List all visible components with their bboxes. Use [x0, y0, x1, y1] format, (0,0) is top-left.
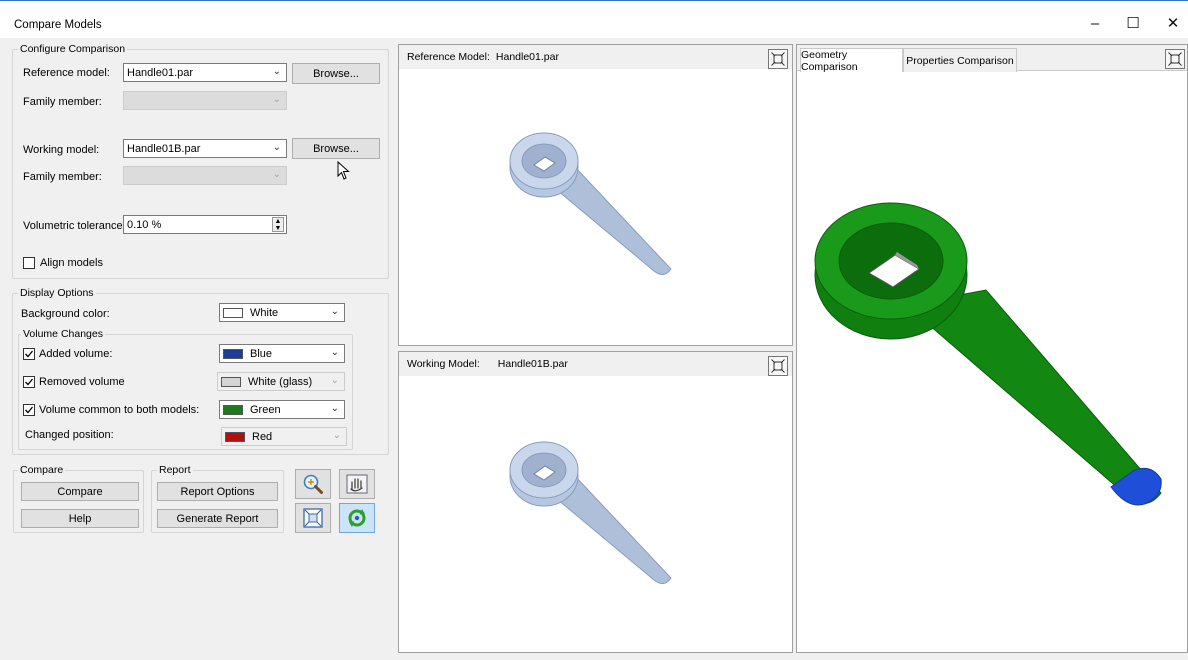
geometry-comparison-pane[interactable]: Geometry Comparison Properties Compariso… [796, 44, 1188, 653]
volumetric-tolerance-label: Volumetric tolerance: [23, 220, 126, 232]
working-viewport-label: Working Model: [407, 358, 480, 370]
family-member-combo-1[interactable]: ⌄ [123, 91, 287, 110]
working-model-label: Working model: [23, 144, 100, 156]
compare-button[interactable]: Compare [21, 482, 139, 501]
volumetric-tolerance-spinner[interactable]: 0.10 % ▲ ▼ [123, 215, 287, 234]
maximize-view-icon [771, 52, 785, 66]
green-swatch [223, 404, 243, 415]
comparison-maximize-button[interactable] [1165, 49, 1185, 69]
reference-viewport-file: Handle01.par [495, 51, 559, 63]
chevron-down-icon: ⌄ [272, 94, 281, 105]
display-options-legend: Display Options [18, 287, 96, 299]
chevron-down-icon: ⌄ [272, 169, 281, 180]
glass-swatch [221, 376, 241, 387]
maximize-view-icon [1168, 52, 1182, 66]
blue-swatch [223, 348, 243, 359]
working-part-image [509, 441, 672, 584]
common-volume-checkbox[interactable] [23, 404, 35, 416]
reference-part-image [509, 132, 672, 275]
reference-model-label: Reference model: [23, 67, 110, 79]
rotate-button[interactable] [339, 503, 375, 533]
reference-model-value: Handle01.par [127, 66, 194, 79]
report-legend: Report [157, 464, 193, 476]
chevron-down-icon: ⌄ [272, 66, 281, 77]
zoom-icon [303, 474, 323, 494]
maximize-view-icon [771, 359, 785, 373]
chevron-down-icon: ⌄ [272, 142, 281, 153]
changed-position-value: Red [252, 430, 273, 443]
background-color-label: Background color: [21, 308, 110, 320]
pan-hand-icon [346, 474, 368, 494]
tab-geometry-comparison[interactable]: Geometry Comparison [800, 48, 903, 73]
browse-working-button[interactable]: Browse... [292, 138, 380, 159]
fit-view-icon [303, 508, 323, 528]
working-maximize-button[interactable] [768, 356, 788, 376]
added-volume-value: Blue [250, 347, 273, 360]
compare-legend: Compare [18, 464, 66, 476]
rotate-icon [348, 509, 366, 527]
reference-model-combo[interactable]: Handle01.par ⌄ [123, 63, 287, 82]
checkmark-icon [25, 378, 34, 386]
background-color-value: White [250, 306, 279, 319]
configure-legend: Configure Comparison [18, 43, 128, 55]
checkmark-icon [25, 406, 34, 414]
changed-position-label: Changed position: [25, 429, 114, 441]
chevron-down-icon: ⌄ [330, 375, 339, 386]
align-models-checkbox[interactable] [23, 257, 35, 269]
checkmark-icon [25, 350, 34, 358]
white-swatch [223, 307, 243, 318]
chevron-down-icon: ⌄ [330, 306, 339, 317]
common-volume-value: Green [250, 403, 281, 416]
working-viewport-header: Working Model: Handle01B.par [399, 352, 792, 376]
added-volume-combo[interactable]: Blue ⌄ [219, 344, 345, 363]
removed-volume-combo[interactable]: White (glass) ⌄ [217, 372, 345, 391]
close-button[interactable]: ✕ [1150, 8, 1188, 38]
reference-viewport-label: Reference Model: [407, 51, 490, 63]
mouse-cursor-icon [337, 160, 351, 184]
family-member-combo-2[interactable]: ⌄ [123, 166, 287, 185]
family-member-label-1: Family member: [23, 96, 102, 108]
comparison-part-image [814, 202, 1162, 506]
common-volume-label: Volume common to both models: [39, 404, 200, 416]
working-model-combo[interactable]: Handle01B.par ⌄ [123, 139, 287, 158]
volume-changes-legend: Volume Changes [21, 328, 105, 340]
spinner-arrows-icon[interactable]: ▲ ▼ [272, 217, 284, 232]
chevron-down-icon: ⌄ [330, 347, 339, 358]
align-models-label: Align models [40, 257, 103, 269]
generate-report-button[interactable]: Generate Report [157, 509, 278, 528]
removed-volume-label: Removed volume [39, 376, 125, 388]
removed-volume-checkbox[interactable] [23, 376, 35, 388]
added-volume-checkbox[interactable] [23, 348, 35, 360]
pan-button[interactable] [339, 469, 375, 499]
zoom-button[interactable] [295, 469, 331, 499]
reference-maximize-button[interactable] [768, 49, 788, 69]
added-volume-label: Added volume: [39, 348, 113, 360]
chevron-down-icon: ⌄ [332, 430, 341, 441]
common-volume-combo[interactable]: Green ⌄ [219, 400, 345, 419]
window-title: Compare Models [14, 19, 102, 31]
browse-reference-button[interactable]: Browse... [292, 63, 380, 84]
changed-position-combo[interactable]: Red ⌄ [221, 427, 347, 446]
reference-model-viewport[interactable]: Reference Model: Handle01.par [398, 44, 793, 346]
background-color-combo[interactable]: White ⌄ [219, 303, 345, 322]
chevron-down-icon: ⌄ [330, 403, 339, 414]
tab-properties-comparison[interactable]: Properties Comparison [903, 48, 1017, 72]
working-viewport-file: Handle01B.par [497, 358, 568, 370]
volumetric-tolerance-value: 0.10 % [127, 218, 162, 231]
help-button[interactable]: Help [21, 509, 139, 528]
red-swatch [225, 431, 245, 442]
removed-volume-value: White (glass) [248, 375, 313, 388]
reference-viewport-header: Reference Model: Handle01.par [399, 45, 792, 69]
working-model-value: Handle01B.par [127, 142, 201, 155]
title-bar [0, 0, 1188, 38]
working-model-viewport[interactable]: Working Model: Handle01B.par [398, 351, 793, 653]
fit-button[interactable] [295, 503, 331, 533]
family-member-label-2: Family member: [23, 171, 102, 183]
report-options-button[interactable]: Report Options [157, 482, 278, 501]
